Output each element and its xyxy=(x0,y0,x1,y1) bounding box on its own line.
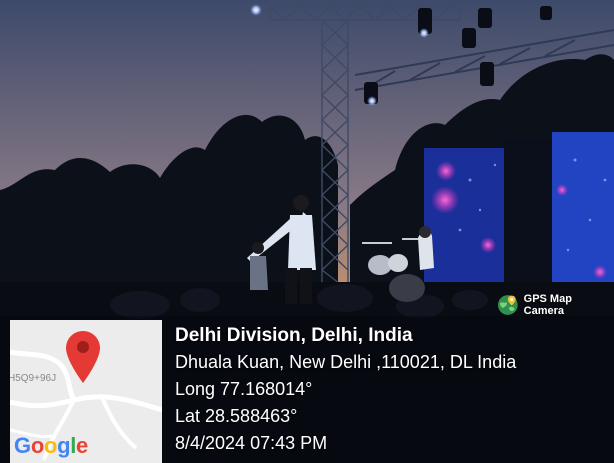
photo-frame: GPS Map Camera H5Q9+96J Google Delhi Div… xyxy=(0,0,614,463)
spotlight xyxy=(250,4,262,16)
spotlight xyxy=(367,96,377,106)
watermark-label: GPS Map Camera xyxy=(523,293,572,317)
led-screen xyxy=(424,132,614,290)
location-datetime: 8/4/2024 07:43 PM xyxy=(175,433,328,453)
plus-code: H5Q9+96J xyxy=(10,373,57,384)
google-logo-letter: e xyxy=(76,433,88,458)
google-logo: Google xyxy=(14,433,88,459)
location-info: Delhi Division, Delhi, India Dhuala Kuan… xyxy=(175,322,611,457)
globe-pin-icon xyxy=(497,295,518,315)
google-logo-letter: G xyxy=(14,433,31,458)
google-logo-letter: o xyxy=(43,433,58,458)
location-longitude: Long 77.168014° xyxy=(175,379,313,399)
location-minimap[interactable]: H5Q9+96J Google xyxy=(10,320,162,463)
google-logo-letter: g xyxy=(57,433,71,458)
google-logo-letter: o xyxy=(30,433,44,458)
location-address: Dhuala Kuan, New Delhi ,110021, DL India xyxy=(175,352,517,372)
gps-map-camera-watermark: GPS Map Camera xyxy=(496,291,614,319)
location-title: Delhi Division, Delhi, India xyxy=(175,325,413,346)
location-pin-icon xyxy=(66,331,100,383)
spotlight xyxy=(419,28,429,38)
location-latitude: Lat 28.588463° xyxy=(175,406,298,426)
